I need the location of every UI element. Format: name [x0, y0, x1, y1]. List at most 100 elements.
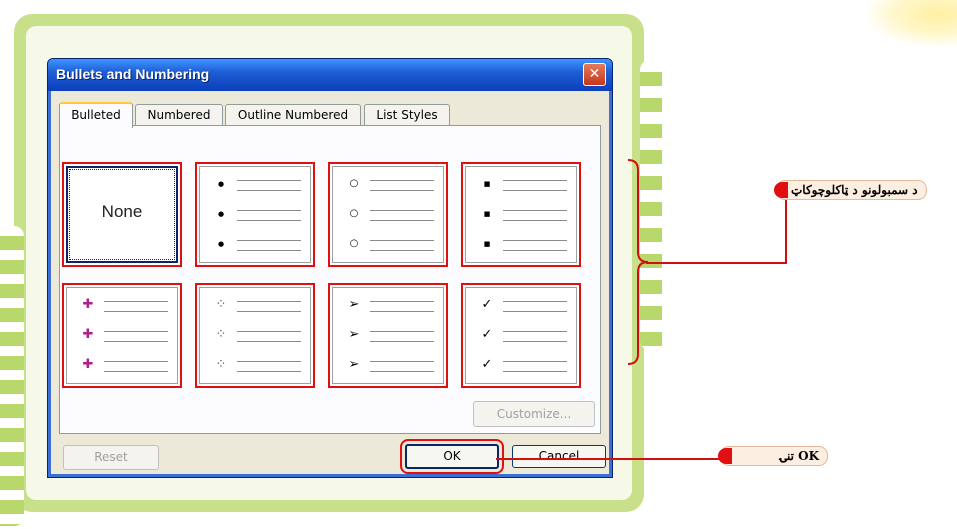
tab-label: Outline Numbered — [237, 108, 349, 122]
preview-line — [370, 331, 434, 332]
preview-line — [237, 210, 301, 211]
bullet-preview-row: ➢ — [340, 325, 434, 347]
four-diamond-bullet-icon: ⁘ — [215, 357, 227, 372]
bullet-option-arrowhead-bullet[interactable]: ➢ ➢ ➢ — [328, 283, 448, 388]
bullet-preview-row: ⁘ — [207, 325, 301, 347]
bullet-option-square-bullet[interactable]: ■ ■ ■ — [461, 162, 581, 267]
preview-line — [370, 371, 434, 372]
reset-button[interactable]: Reset — [63, 445, 159, 470]
colorful-cross-bullet-icon: ✚ — [82, 357, 94, 372]
bullet-preview-row: ✚ — [74, 355, 168, 377]
tab-numbered[interactable]: Numbered — [135, 104, 223, 126]
four-diamond-bullet-icon: ⁘ — [215, 297, 227, 312]
bullet-gallery: None ● ● ● ○ ○ ○ ■ ■ ■ ✚ ✚ ✚ ⁘ ⁘ ⁘ ➢ ➢ ➢ ✓ ✓ ✓ — [62, 162, 589, 388]
preview-line — [370, 220, 434, 221]
preview-line — [237, 240, 301, 241]
bullet-preview-row: ○ — [340, 174, 434, 196]
preview-line — [104, 311, 168, 312]
bullet-option-hollow-circle-bullet[interactable]: ○ ○ ○ — [328, 162, 448, 267]
preview-line — [104, 331, 168, 332]
checkmark-bullet-icon: ✓ — [481, 357, 493, 372]
preview-line — [370, 361, 434, 362]
preview-line — [237, 180, 301, 181]
preview-line — [237, 331, 301, 332]
hollow-circle-bullet-icon: ○ — [349, 208, 359, 219]
preview-line — [370, 250, 434, 251]
dialog-title-bar[interactable]: Bullets and Numbering ✕ — [48, 59, 612, 91]
preview-line — [503, 180, 567, 181]
preview-line — [370, 341, 434, 342]
hollow-circle-bullet-icon: ○ — [349, 238, 359, 249]
bullet-preview-row: ■ — [473, 204, 567, 226]
bullet-option-four-diamond-bullet[interactable]: ⁘ ⁘ ⁘ — [195, 283, 315, 388]
preview-line — [370, 240, 434, 241]
gallery-connector-vertical — [785, 196, 787, 264]
bullet-option-filled-circle-bullet[interactable]: ● ● ● — [195, 162, 315, 267]
ok-connector — [496, 458, 724, 460]
bullet-preview-row: ● — [207, 204, 301, 226]
tab-list-styles[interactable]: List Styles — [364, 104, 450, 126]
bullet-preview-row: ■ — [473, 174, 567, 196]
ok-button[interactable]: OK — [400, 439, 504, 474]
preview-line — [104, 371, 168, 372]
bullet-option-checkmark-bullet[interactable]: ✓ ✓ ✓ — [461, 283, 581, 388]
arrowhead-bullet-icon: ➢ — [348, 357, 360, 372]
customize-button[interactable]: Customize... — [473, 401, 595, 427]
filled-circle-bullet-icon: ● — [217, 180, 225, 188]
tab-label: Bulleted — [71, 108, 121, 122]
preview-line — [237, 371, 301, 372]
filled-circle-bullet-icon: ● — [217, 210, 225, 218]
bullet-preview-row: ⁘ — [207, 295, 301, 317]
square-bullet-icon: ■ — [483, 240, 491, 248]
bullet-preview-row: ✚ — [74, 295, 168, 317]
square-bullet-icon: ■ — [483, 180, 491, 188]
preview-line — [370, 210, 434, 211]
bullet-preview-row: ● — [207, 174, 301, 196]
preview-line — [104, 341, 168, 342]
four-diamond-bullet-icon: ⁘ — [215, 327, 227, 342]
colorful-cross-bullet-icon: ✚ — [82, 297, 94, 312]
preview-line — [237, 250, 301, 251]
preview-line — [503, 301, 567, 302]
tab-outline-numbered[interactable]: Outline Numbered — [225, 104, 361, 126]
preview-line — [503, 371, 567, 372]
checkmark-bullet-icon: ✓ — [481, 327, 493, 342]
bullet-preview-row: ✓ — [473, 325, 567, 347]
arrowhead-bullet-icon: ➢ — [348, 297, 360, 312]
bullet-preview-row: ➢ — [340, 355, 434, 377]
preview-line — [237, 301, 301, 302]
ok-callout-text: OK تنۍ — [779, 449, 819, 463]
tab-bulleted[interactable]: Bulleted — [59, 102, 133, 128]
preview-line — [370, 301, 434, 302]
hollow-circle-bullet-icon: ○ — [349, 178, 359, 189]
tab-label: Numbered — [147, 108, 211, 122]
dialog-title: Bullets and Numbering — [56, 66, 210, 82]
bullet-preview-row: ● — [207, 234, 301, 256]
bullets-and-numbering-dialog: Bullets and Numbering ✕ Bulleted Numbere… — [47, 58, 613, 478]
filled-circle-bullet-icon: ● — [217, 240, 225, 248]
preview-line — [370, 190, 434, 191]
preview-line — [237, 311, 301, 312]
bullet-option-none[interactable]: None — [62, 162, 182, 267]
bullet-preview-row: ⁘ — [207, 355, 301, 377]
bullet-option-colorful-cross-bullet[interactable]: ✚ ✚ ✚ — [62, 283, 182, 388]
bullet-preview-row: ➢ — [340, 295, 434, 317]
preview-line — [503, 240, 567, 241]
gallery-callout: د سمبولونو د ټاکلوچوکاټ — [774, 180, 927, 200]
preview-line — [503, 341, 567, 342]
preview-line — [370, 311, 434, 312]
bullet-preview-row: ✚ — [74, 325, 168, 347]
preview-line — [503, 331, 567, 332]
preview-line — [104, 301, 168, 302]
decorative-glow — [868, 0, 957, 46]
preview-line — [503, 220, 567, 221]
square-bullet-icon: ■ — [483, 210, 491, 218]
gallery-connector-horizontal — [646, 262, 786, 264]
decorative-scallop-left — [0, 226, 24, 526]
preview-line — [104, 361, 168, 362]
bullet-preview-row: ✓ — [473, 355, 567, 377]
preview-line — [503, 311, 567, 312]
callout-marker — [718, 448, 732, 464]
close-icon[interactable]: ✕ — [583, 63, 606, 86]
cancel-button[interactable]: Cancel — [512, 445, 606, 468]
